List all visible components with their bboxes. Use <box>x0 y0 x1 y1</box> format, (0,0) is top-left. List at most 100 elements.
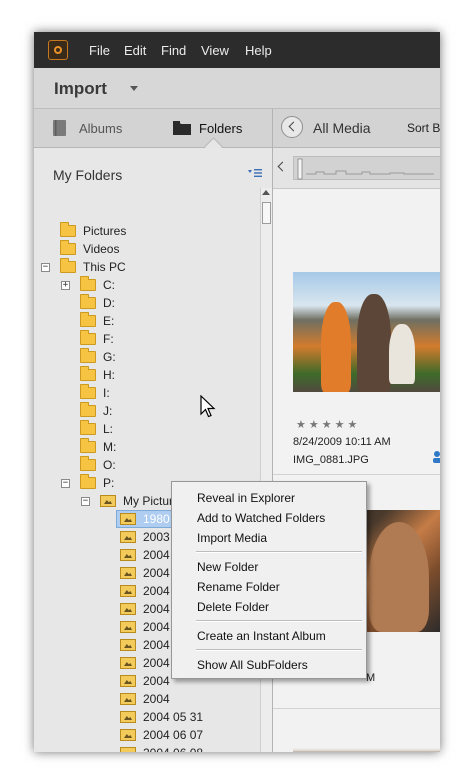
photo-person <box>357 294 391 392</box>
folder-tree-label: 2004 06 08 <box>143 744 203 752</box>
folder-tree-item[interactable]: M: <box>34 438 258 456</box>
folder-tree-item[interactable]: D: <box>34 294 258 312</box>
photo-person <box>369 522 429 632</box>
folder-tree-item[interactable]: Pictures <box>34 222 258 240</box>
folder-tree-item[interactable]: Videos <box>34 240 258 258</box>
folder-tree-item[interactable]: 2004 06 07 <box>34 726 258 744</box>
folder-tree-item[interactable]: G: <box>34 348 258 366</box>
timeline-histogram <box>297 158 434 180</box>
folder-icon <box>80 330 96 345</box>
folder-tree-label: 2004 <box>143 692 170 706</box>
folder-icon <box>173 121 191 135</box>
folder-tree-label: 2004 <box>143 656 170 670</box>
photo-folder-icon <box>120 729 136 741</box>
menu-item-show-all-subfolders[interactable]: Show All SubFolders <box>197 658 308 672</box>
grid-divider <box>273 708 440 709</box>
menu-find[interactable]: Find <box>161 43 186 58</box>
app-logo-icon <box>48 40 68 60</box>
folder-tree-label: 2004 <box>143 674 170 688</box>
folder-tree-label: L: <box>103 422 114 436</box>
collapse-icon[interactable]: − <box>61 479 70 488</box>
my-folders-title: My Folders <box>53 167 123 183</box>
collapse-icon[interactable]: − <box>81 497 90 506</box>
chevron-down-icon[interactable] <box>130 86 138 91</box>
folder-tree-label: Pictures <box>83 224 127 238</box>
menu-separator <box>196 620 362 622</box>
scroll-up-icon[interactable] <box>262 190 270 195</box>
folder-tree-item[interactable]: L: <box>34 420 258 438</box>
menu-edit[interactable]: Edit <box>124 43 146 58</box>
mouse-pointer-icon <box>200 395 216 418</box>
photo-folder-icon <box>120 639 136 651</box>
menu-help[interactable]: Help <box>245 43 272 58</box>
menu-bar: File Edit Find View Help <box>34 32 440 68</box>
folder-icon <box>60 240 76 255</box>
media-header: All Media Sort B <box>272 109 440 148</box>
timeline-left-arrow-icon[interactable] <box>277 161 288 172</box>
sort-by-dropdown[interactable]: Sort B <box>407 121 440 135</box>
folder-tree-item[interactable]: O: <box>34 456 258 474</box>
folder-tree-item[interactable]: I: <box>34 384 258 402</box>
menu-file[interactable]: File <box>89 43 110 58</box>
folder-tree-item[interactable]: E: <box>34 312 258 330</box>
folder-tree-item[interactable]: 2004 06 08 <box>34 744 258 752</box>
menu-item-reveal-in-explorer[interactable]: Reveal in Explorer <box>197 491 295 505</box>
menu-item-new-folder[interactable]: New Folder <box>197 560 258 574</box>
folder-tree-label: P: <box>103 476 115 490</box>
media-thumbnail-3[interactable] <box>293 748 440 752</box>
menu-view[interactable]: View <box>201 43 229 58</box>
photo-folder-icon <box>120 513 136 525</box>
folder-icon <box>80 438 96 453</box>
folder-tree-item[interactable]: H: <box>34 366 258 384</box>
tab-albums[interactable]: Albums <box>44 109 139 147</box>
timeline-bar <box>273 148 440 189</box>
photo-folder-icon <box>120 621 136 633</box>
albums-icon <box>53 120 66 136</box>
folder-tree-label: J: <box>103 404 113 418</box>
folder-icon <box>80 474 96 489</box>
folder-tree-item[interactable]: F: <box>34 330 258 348</box>
folder-tree-label: 2004 05 31 <box>143 710 204 724</box>
rating-stars[interactable]: ★★★★★ <box>296 418 360 431</box>
folder-tree-label: F: <box>103 332 114 346</box>
folder-icon <box>80 420 96 435</box>
media-filename: IMG_0881.JPG <box>293 454 369 466</box>
collapse-icon[interactable]: − <box>41 263 50 272</box>
photo-folder-icon <box>120 531 136 543</box>
media-thumbnail-1[interactable] <box>293 272 440 392</box>
media-date: 8/24/2009 10:11 AM <box>293 436 391 448</box>
folder-tree-label: M: <box>103 440 117 454</box>
photo-folder-icon <box>120 747 136 752</box>
photo-folder-icon <box>100 495 116 507</box>
back-button[interactable] <box>281 116 303 138</box>
folder-tree-label: O: <box>103 458 116 472</box>
folder-tree-item[interactable]: 2004 05 31 <box>34 708 258 726</box>
folder-tree-label: 2004 <box>143 548 170 562</box>
expand-icon[interactable]: + <box>61 281 70 290</box>
photo-person <box>389 324 415 384</box>
folder-context-menu: Reveal in Explorer Add to Watched Folder… <box>171 481 367 679</box>
photo-folder-icon <box>120 603 136 615</box>
timeline-track[interactable] <box>293 156 440 180</box>
view-options-icon[interactable] <box>248 168 262 178</box>
photo-person <box>321 302 351 392</box>
pictures-folder-icon <box>60 222 76 237</box>
menu-item-rename-folder[interactable]: Rename Folder <box>197 580 280 594</box>
folder-tree-item[interactable]: − This PC <box>34 258 258 276</box>
photo-folder-icon <box>120 585 136 597</box>
import-dropdown[interactable]: Import <box>54 79 107 99</box>
folder-tree-label: 2004 <box>143 566 170 580</box>
menu-item-import-media[interactable]: Import Media <box>197 531 267 545</box>
folder-tree-label: 2004 06 07 <box>143 728 204 742</box>
scrollbar-thumb[interactable] <box>262 202 271 224</box>
folder-tree-label: H: <box>103 368 115 382</box>
menu-item-create-instant-album[interactable]: Create an Instant Album <box>197 629 326 643</box>
folder-icon <box>80 402 96 417</box>
folder-tree-item[interactable]: 2004 <box>34 690 258 708</box>
folder-tree-item[interactable]: J: <box>34 402 258 420</box>
folder-icon <box>80 456 96 471</box>
menu-item-delete-folder[interactable]: Delete Folder <box>197 600 269 614</box>
menu-item-add-to-watched-folders[interactable]: Add to Watched Folders <box>197 511 325 525</box>
folder-tree-item[interactable]: + C: <box>34 276 258 294</box>
photo-folder-icon <box>120 657 136 669</box>
